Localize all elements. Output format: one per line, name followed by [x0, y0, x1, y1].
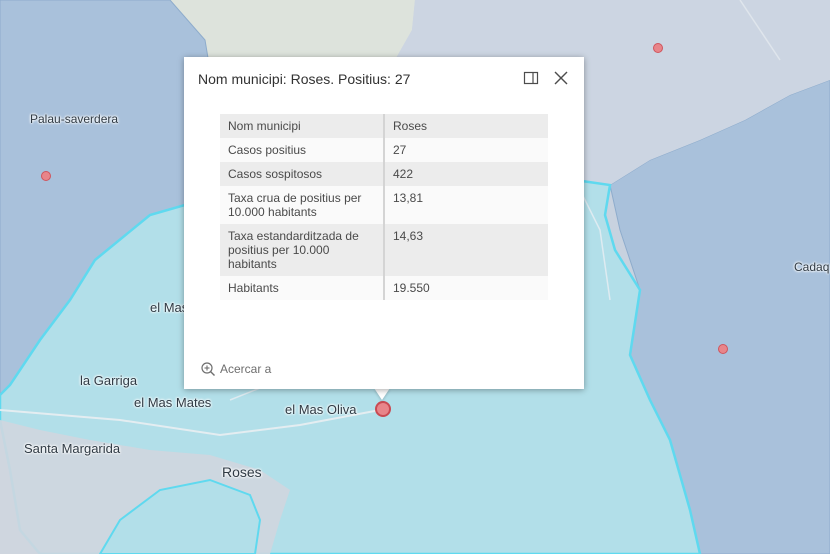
table-row: Nom municipi Roses	[220, 114, 548, 138]
attribute-key: Taxa crua de positius per 10.000 habitan…	[220, 186, 385, 224]
attribute-value: 14,63	[384, 224, 548, 276]
attribute-key: Casos sospitosos	[220, 162, 385, 186]
attribute-key: Nom municipi	[220, 114, 385, 138]
close-button[interactable]	[552, 69, 570, 87]
table-row: Casos positius 27	[220, 138, 548, 162]
zoom-to-label: Acercar a	[220, 362, 272, 376]
zoom-in-icon	[200, 361, 216, 377]
place-label-palau-saverdera: Palau-saverdera	[30, 112, 119, 126]
attribute-key: Habitants	[220, 276, 385, 300]
attribute-value: 19.550	[384, 276, 548, 300]
attribute-key: Casos positius	[220, 138, 385, 162]
attribute-key: Taxa estandarditzada de positius per 10.…	[220, 224, 385, 276]
attribute-value: Roses	[384, 114, 548, 138]
attribute-value: 27	[384, 138, 548, 162]
place-label-el-mas-mates: el Mas Mates	[134, 395, 212, 410]
dock-button[interactable]	[522, 69, 540, 87]
popup-pointer	[374, 388, 390, 400]
dock-icon	[523, 71, 539, 85]
place-label-santa-margarida: Santa Margarida	[24, 441, 121, 456]
table-row: Taxa estandarditzada de positius per 10.…	[220, 224, 548, 276]
popup-title: Nom municipi: Roses. Positius: 27	[198, 71, 411, 87]
case-marker[interactable]	[653, 43, 663, 53]
table-row: Taxa crua de positius per 10.000 habitan…	[220, 186, 548, 224]
close-icon	[554, 71, 568, 85]
feature-popup: Nom municipi: Roses. Positius: 27 Nom mu…	[184, 57, 584, 389]
place-label-el-mas-oliva: el Mas Oliva	[285, 402, 357, 417]
place-label-el-mas: el Mas	[150, 300, 189, 315]
case-marker[interactable]	[718, 344, 728, 354]
zoom-to-button[interactable]: Acercar a	[200, 361, 271, 377]
attribute-value: 422	[384, 162, 548, 186]
table-row: Habitants 19.550	[220, 276, 548, 300]
case-marker-selected[interactable]	[375, 401, 391, 417]
place-label-roses: Roses	[222, 464, 262, 480]
attribute-table: Nom municipi Roses Casos positius 27 Cas…	[220, 114, 548, 300]
place-label-cadaq: Cadaq	[794, 260, 830, 274]
case-marker[interactable]	[41, 171, 51, 181]
place-label-la-garriga: la Garriga	[80, 373, 138, 388]
table-row: Casos sospitosos 422	[220, 162, 548, 186]
attribute-value: 13,81	[384, 186, 548, 224]
